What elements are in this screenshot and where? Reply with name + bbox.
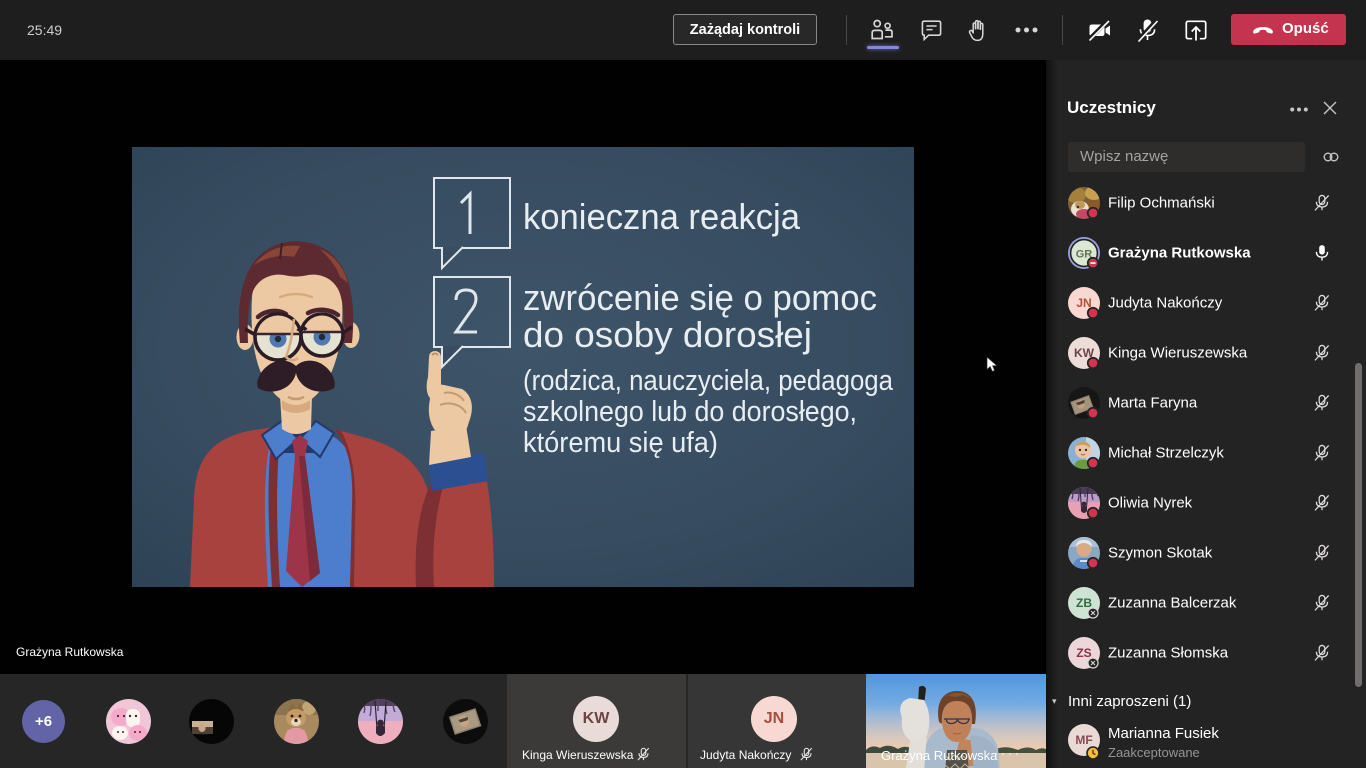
svg-text:któremu się ufa): któremu się ufa) xyxy=(523,427,718,459)
svg-text:zwrócenie się o pomoc: zwrócenie się o pomoc xyxy=(523,277,877,318)
svg-text:konieczna reakcja: konieczna reakcja xyxy=(523,196,801,237)
svg-text:szkolnego lub do dorosłego,: szkolnego lub do dorosłego, xyxy=(523,396,857,428)
svg-text:(rodzica, nauczyciela, pedagog: (rodzica, nauczyciela, pedagoga xyxy=(523,365,894,397)
svg-text:do osoby dorosłej: do osoby dorosłej xyxy=(523,314,812,355)
svg-text:Grażyna Rutkowska: Grażyna Rutkowska xyxy=(881,748,998,763)
